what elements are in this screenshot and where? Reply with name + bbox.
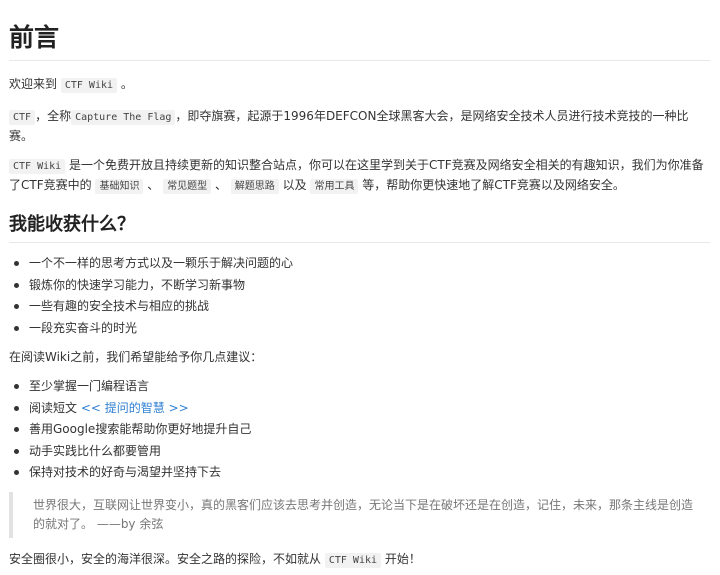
inline-code: CTF Wiki bbox=[324, 552, 382, 568]
inline-code: 解题思路 bbox=[230, 179, 279, 194]
inline-code: Capture The Flag bbox=[71, 110, 176, 125]
smart-questions-link[interactable]: << 提问的智慧 >> bbox=[81, 401, 189, 415]
list-item: 保持对技术的好奇与渴望并坚持下去 bbox=[9, 462, 710, 484]
inline-code: CTF Wiki bbox=[9, 159, 66, 174]
wiki-description-paragraph: CTF Wiki 是一个免费开放且持续更新的知识整合站点，你可以在这里学到关于C… bbox=[9, 158, 704, 194]
inline-code: 常见题型 bbox=[163, 179, 212, 194]
list-item: 动手实践比什么都要管用 bbox=[9, 441, 710, 463]
inline-code: CTF Wiki bbox=[60, 78, 118, 93]
quote-block: 世界很大，互联网让世界变小，真的黑客们应该去思考并创造，无论当下是在破坏还是在创… bbox=[9, 491, 710, 538]
list-item: 至少掌握一门编程语言 bbox=[9, 376, 710, 398]
list-item: 一个不一样的思考方式以及一颗乐于解决问题的心 bbox=[9, 253, 710, 275]
list-item: 锻炼你的快速学习能力，不断学习新事物 bbox=[9, 275, 710, 297]
inline-code: CTF bbox=[9, 110, 36, 125]
section-divider bbox=[9, 242, 710, 243]
ctf-definition-paragraph: CTF ，全称 Capture The Flag ，即夺旗赛，起源于1996年DEFC… bbox=[9, 109, 689, 143]
section-heading: 我能收获什么？ bbox=[9, 214, 135, 235]
inline-code: 常用工具 bbox=[310, 179, 359, 194]
gains-list: 一个不一样的思考方式以及一颗乐于解决问题的心 锻炼你的快速学习能力，不断学习新事… bbox=[9, 253, 710, 339]
inline-code: 基础知识 bbox=[95, 179, 144, 194]
list-item: 善用Google搜索能帮助你更好地提升自己 bbox=[9, 419, 710, 441]
list-item: 一些有趣的安全技术与相应的挑战 bbox=[9, 296, 710, 318]
list-item: 阅读短文 << 提问的智慧 >> bbox=[9, 398, 710, 420]
wiki-page: 前言 欢迎来到 CTF Wiki 。 CTF ，全称 Capture The Fla… bbox=[0, 0, 720, 570]
page-title: 前言 bbox=[9, 23, 60, 52]
advice-list: 至少掌握一门编程语言 阅读短文 << 提问的智慧 >> 善用Google搜索能帮… bbox=[9, 376, 710, 484]
title-divider bbox=[9, 60, 710, 61]
list-item: 一段充实奋斗的时光 bbox=[9, 318, 710, 340]
welcome-paragraph: 欢迎来到 CTF Wiki 。 bbox=[9, 77, 133, 93]
closing-paragraph: 安全圈很小，安全的海洋很深。安全之路的探险，不如就从 CTF Wiki 开始！ bbox=[9, 551, 421, 568]
quote-text: 世界很大，互联网让世界变小，真的黑客们应该去思考并创造，无论当下是在破坏还是在创… bbox=[33, 497, 694, 531]
advice-intro: 在阅读Wiki之前，我们希望能给予你几点建议： bbox=[9, 350, 263, 364]
